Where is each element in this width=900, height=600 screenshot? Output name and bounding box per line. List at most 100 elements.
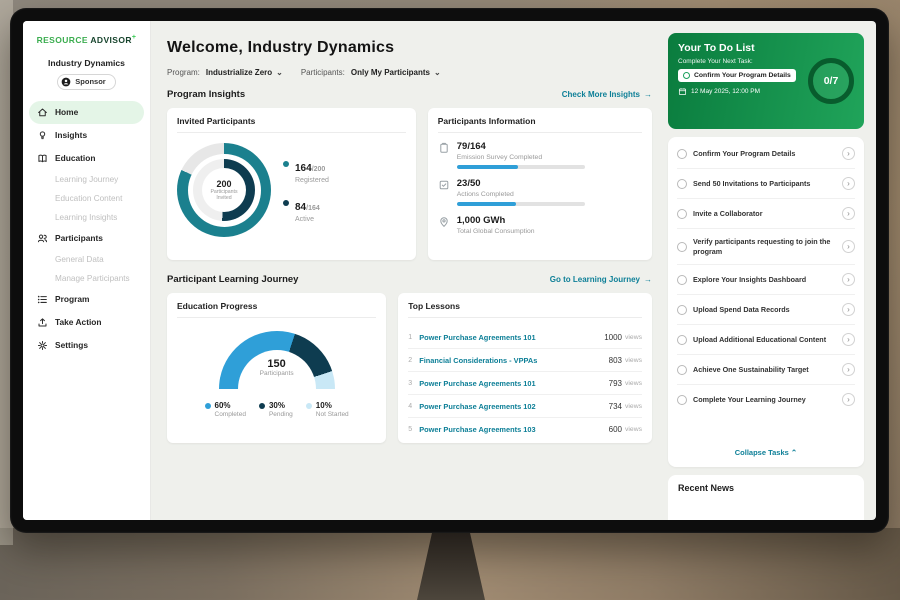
lesson-row[interactable]: 4 Power Purchase Agreements 102 734 view… (408, 395, 642, 418)
not-started-dot (306, 403, 312, 409)
task-chevron-icon[interactable]: › (842, 393, 855, 406)
donut-legend: 164/200 Registered 84/164 Active (283, 158, 329, 223)
task-row[interactable]: Send 50 Invitations to Participants › (677, 169, 855, 199)
actions-completed-stat: 23/50 Actions Completed (438, 178, 642, 206)
task-checkbox[interactable] (677, 335, 687, 345)
task-checkbox[interactable] (677, 305, 687, 315)
participants-select[interactable]: Only My Participants ⌄ (351, 68, 441, 77)
task-checkbox[interactable] (677, 395, 687, 405)
link-label: Go to Learning Journey (550, 275, 640, 284)
card-title: Top Lessons (408, 301, 642, 318)
sidebar-item-education[interactable]: Education (29, 147, 144, 170)
sidebar-item-education-content[interactable]: Education Content (29, 189, 144, 208)
take-action-icon (37, 317, 48, 328)
logo-word-advisor: ADVISOR (90, 35, 132, 45)
lesson-row[interactable]: 2 Financial Considerations - VPPAs 803 v… (408, 349, 642, 372)
monitor-stand (417, 533, 485, 600)
lesson-views: 803 (609, 356, 622, 365)
completed-dot (205, 403, 211, 409)
progress-fill (457, 202, 516, 206)
sidebar-item-learning-journey[interactable]: Learning Journey (29, 170, 144, 189)
task-row[interactable]: Achieve One Sustainability Target › (677, 355, 855, 385)
clipboard-icon (438, 142, 450, 154)
task-chevron-icon[interactable]: › (842, 177, 855, 190)
task-chevron-icon[interactable]: › (842, 147, 855, 160)
donut-inner-ring: 200 Participants Invited (193, 159, 255, 221)
sidebar-item-label: Settings (55, 340, 88, 350)
check-more-insights-link[interactable]: Check More Insights → (562, 90, 652, 99)
app-logo: RESOURCE ADVISOR+ (23, 34, 150, 45)
invited-participants-card: Invited Participants 200 Participants In… (167, 108, 416, 260)
task-checkbox[interactable] (677, 242, 687, 252)
task-chevron-icon[interactable]: › (842, 333, 855, 346)
todo-title: Your To Do List (678, 42, 796, 54)
logo-word-resource: RESOURCE (37, 35, 88, 45)
task-row[interactable]: Upload Spend Data Records › (677, 295, 855, 325)
task-row[interactable]: Complete Your Learning Journey › (677, 385, 855, 414)
page-title: Welcome, Industry Dynamics (167, 39, 652, 57)
sidebar-item-participants[interactable]: Participants (29, 227, 144, 250)
task-row[interactable]: Invite a Collaborator › (677, 199, 855, 229)
task-checkbox[interactable] (677, 179, 687, 189)
lesson-title-link[interactable]: Power Purchase Agreements 101 (419, 333, 604, 342)
donut-center-value: 200 (216, 179, 231, 189)
lesson-title-link[interactable]: Financial Considerations - VPPAs (419, 356, 608, 365)
task-chevron-icon[interactable]: › (842, 303, 855, 316)
legend-active: 84/164 Active (283, 197, 329, 223)
education-icon (37, 153, 48, 164)
stat-value: 79/164 (457, 141, 585, 152)
task-checkbox[interactable] (677, 149, 687, 159)
registered-label: Registered (295, 177, 329, 184)
task-checkbox[interactable] (677, 365, 687, 375)
sidebar-item-take-action[interactable]: Take Action (29, 311, 144, 334)
gauge-center-label: Participants (219, 370, 335, 377)
task-row[interactable]: Explore Your Insights Dashboard › (677, 265, 855, 295)
active-total: /164 (306, 205, 320, 212)
lesson-views: 734 (609, 402, 622, 411)
sidebar-item-home[interactable]: Home (29, 101, 144, 124)
donut-center-label: Participants Invited (207, 189, 241, 202)
sidebar-item-label: Education Content (55, 194, 122, 203)
task-row[interactable]: Verify participants requesting to join t… (677, 229, 855, 265)
next-task-pill[interactable]: Confirm Your Program Details (678, 69, 796, 82)
go-to-learning-journey-link[interactable]: Go to Learning Journey → (550, 275, 652, 284)
collapse-tasks-button[interactable]: Collapse Tasks ⌃ (677, 440, 855, 465)
lesson-title-link[interactable]: Power Purchase Agreements 101 (419, 379, 608, 388)
card-title: Education Progress (177, 301, 376, 318)
task-chevron-icon[interactable]: › (842, 240, 855, 253)
logo-plus: + (132, 34, 137, 41)
sidebar-item-label: Participants (55, 233, 103, 243)
lesson-row[interactable]: 5 Power Purchase Agreements 103 600 view… (408, 418, 642, 440)
insights-icon (37, 130, 48, 141)
todo-panel: Your To Do List Complete Your Next Task:… (666, 21, 876, 520)
lesson-row[interactable]: 1 Power Purchase Agreements 101 1000 vie… (408, 326, 642, 349)
program-select[interactable]: Industrialize Zero ⌄ (206, 68, 283, 77)
lesson-title-link[interactable]: Power Purchase Agreements 102 (419, 402, 608, 411)
task-chevron-icon[interactable]: › (842, 207, 855, 220)
task-chevron-icon[interactable]: › (842, 273, 855, 286)
registered-value: 164 (295, 163, 312, 174)
sidebar-item-program[interactable]: Program (29, 288, 144, 311)
task-checkbox[interactable] (677, 209, 687, 219)
task-checkbox[interactable] (677, 275, 687, 285)
task-row[interactable]: Upload Additional Educational Content › (677, 325, 855, 355)
task-chevron-icon[interactable]: › (842, 363, 855, 376)
sidebar-item-label: Insights (55, 130, 87, 140)
lesson-row[interactable]: 3 Power Purchase Agreements 101 793 view… (408, 372, 642, 395)
education-gauge-chart: 150 Participants (219, 331, 335, 389)
recent-news-title: Recent News (678, 483, 734, 493)
sidebar-item-settings[interactable]: Settings (29, 334, 144, 357)
participants-icon (37, 233, 48, 244)
sidebar-item-general-data[interactable]: General Data (29, 250, 144, 269)
sidebar-item-insights[interactable]: Insights (29, 124, 144, 147)
legend-pending: 30% Pending (259, 401, 293, 418)
sidebar-item-manage-participants[interactable]: Manage Participants (29, 269, 144, 288)
lesson-title-link[interactable]: Power Purchase Agreements 103 (419, 425, 608, 434)
task-row[interactable]: Confirm Your Program Details › (677, 139, 855, 169)
todo-header-card: Your To Do List Complete Your Next Task:… (668, 33, 864, 129)
card-title: Invited Participants (177, 116, 406, 133)
sidebar-item-learning-insights[interactable]: Learning Insights (29, 208, 144, 227)
home-icon (37, 107, 48, 118)
sponsor-badge[interactable]: Sponsor (57, 74, 115, 90)
emission-survey-stat: 79/164 Emission Survey Completed (438, 141, 642, 169)
